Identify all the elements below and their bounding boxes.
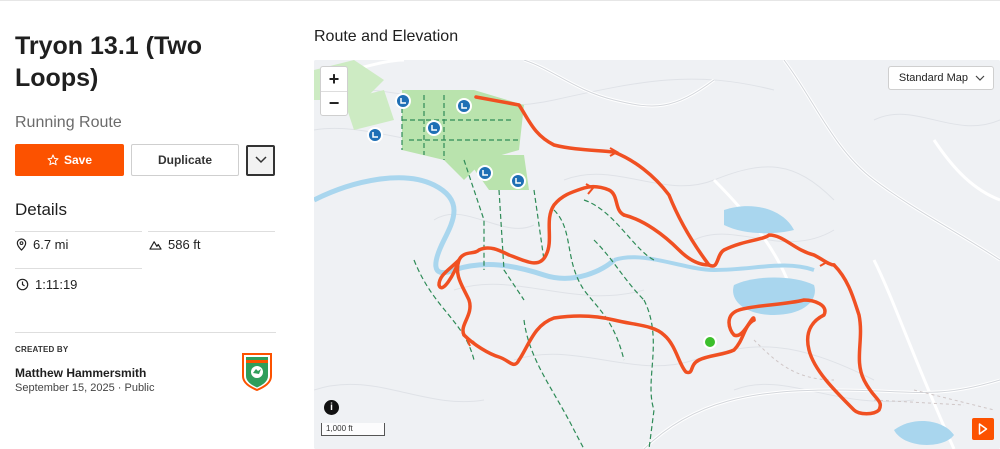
- location-pin-icon: [16, 238, 27, 251]
- shield-badge-icon: [238, 351, 276, 396]
- zoom-in-button[interactable]: +: [321, 67, 347, 91]
- divider: [15, 332, 276, 333]
- map-style-dropdown[interactable]: Standard Map: [887, 66, 994, 90]
- time-stat: 1:11:19: [16, 277, 77, 292]
- distance-value: 6.7 mi: [33, 237, 69, 252]
- top-divider: [0, 0, 1000, 1]
- zoom-controls: + −: [320, 66, 348, 116]
- map-scale: 1,000 ft: [321, 423, 385, 436]
- route-stats: 6.7 mi 586 ft 1:11:19: [15, 231, 277, 319]
- save-button[interactable]: Save: [15, 144, 124, 176]
- duplicate-button[interactable]: Duplicate: [131, 144, 239, 176]
- play-icon: [978, 423, 988, 435]
- visibility-label: Public: [124, 382, 155, 394]
- mountain-icon: [149, 241, 162, 250]
- play-flyover-button[interactable]: [972, 418, 994, 440]
- chevron-down-icon: [975, 75, 985, 81]
- route-title: Tryon 13.1 (Two Loops): [15, 32, 203, 92]
- elevation-stat: 586 ft: [149, 237, 201, 252]
- distance-stat: 6.7 mi: [16, 237, 68, 252]
- route-map[interactable]: + − Standard Map i 1,000 ft: [314, 60, 1000, 449]
- route-info-panel: Tryon 13.1 (Two Loops) Running Route Sav…: [15, 30, 277, 394]
- divider: [15, 231, 142, 232]
- clock-icon: [16, 278, 29, 291]
- time-value: 1:11:19: [35, 277, 78, 292]
- map-heading: Route and Elevation: [314, 28, 459, 45]
- divider: [148, 231, 275, 232]
- zoom-out-button[interactable]: −: [321, 91, 347, 115]
- chevron-down-icon: [254, 156, 267, 164]
- divider: [15, 268, 142, 269]
- more-options-button[interactable]: [246, 144, 275, 176]
- map-style-value: Standard Map: [898, 72, 968, 84]
- save-button-label: Save: [63, 153, 93, 167]
- route-type: Running Route: [15, 114, 122, 131]
- route-actions: Save Duplicate: [15, 144, 277, 176]
- info-button[interactable]: i: [324, 400, 339, 415]
- map-canvas: [314, 60, 1000, 449]
- elevation-value: 586 ft: [168, 237, 201, 252]
- star-outline-icon: [47, 154, 59, 166]
- details-heading: Details: [15, 200, 67, 219]
- created-date: September 15, 2025: [15, 382, 115, 394]
